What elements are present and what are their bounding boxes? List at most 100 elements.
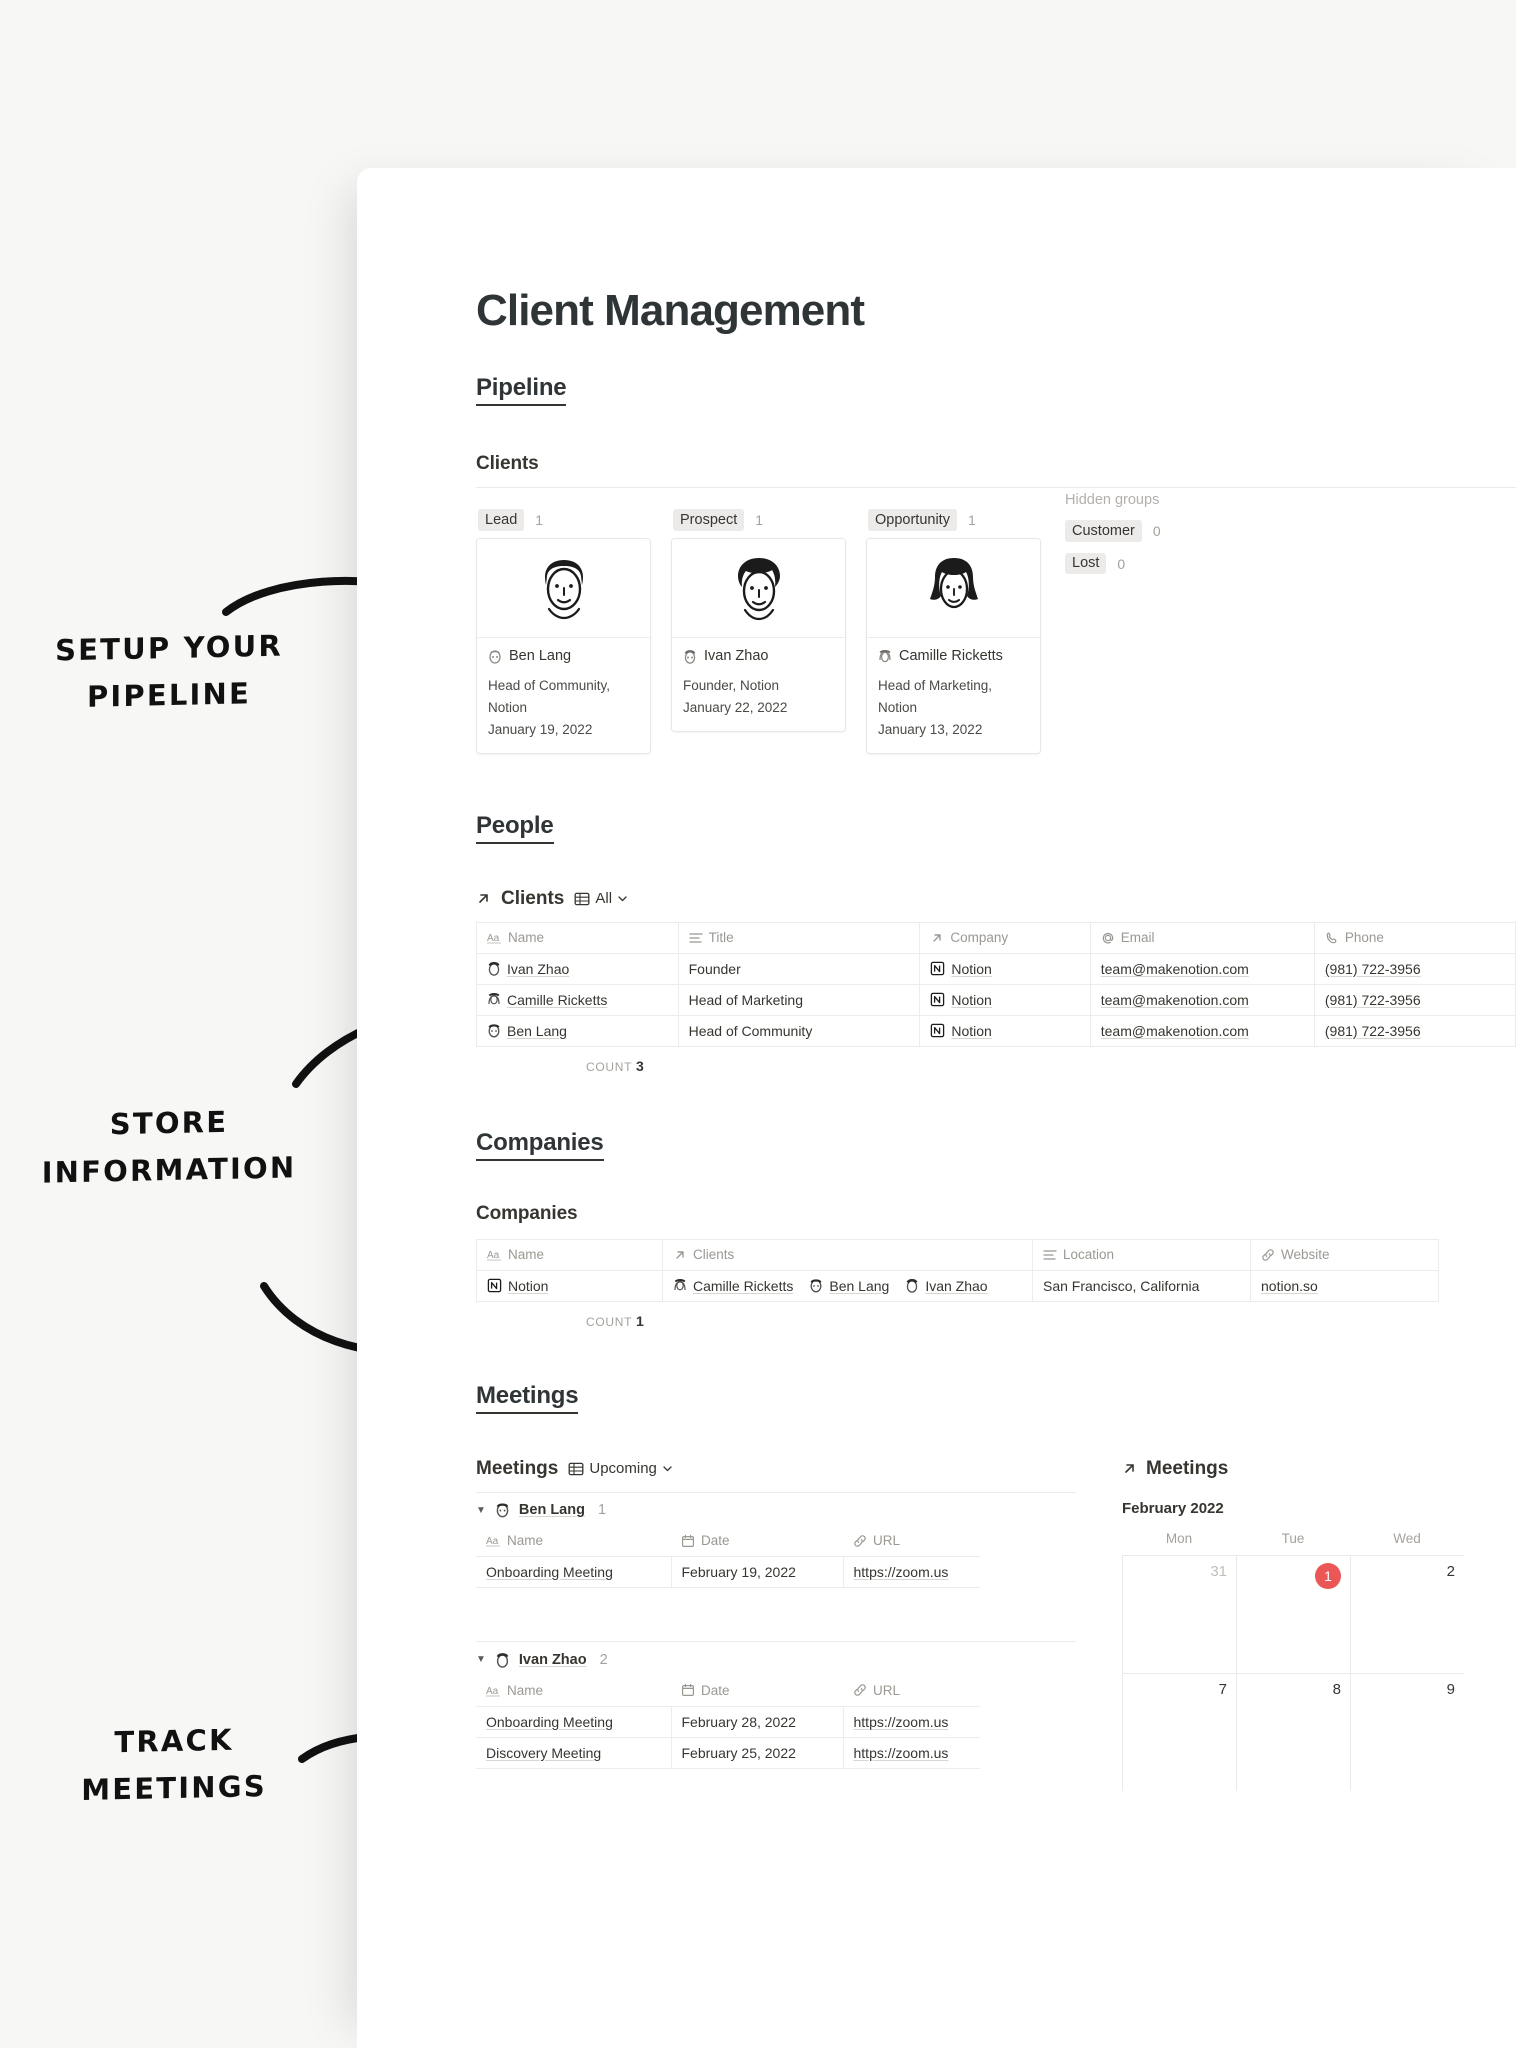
table-row[interactable]: Onboarding Meeting February 28, 2022 htt… xyxy=(476,1705,980,1738)
calendar-database-title[interactable]: Meetings xyxy=(1146,1458,1228,1480)
meetings-database-header: Meetings Upcoming xyxy=(476,1458,1076,1480)
hidden-group-lost[interactable]: Lost 0 xyxy=(1065,552,1161,575)
cell-email[interactable]: team@makenotion.com xyxy=(1090,952,1315,985)
cell-meeting-name[interactable]: Onboarding Meeting xyxy=(476,1556,672,1589)
section-heading-pipeline[interactable]: Pipeline xyxy=(476,374,567,406)
meetings-group-header[interactable]: ▼ Ivan Zhao 2 xyxy=(476,1641,1076,1675)
column-header-name[interactable]: Aa Name xyxy=(476,1238,663,1271)
meetings-group-header[interactable]: ▼ Ben Lang 1 xyxy=(476,1491,1076,1526)
column-header-location[interactable]: Location xyxy=(1032,1238,1251,1271)
cell-meeting-date[interactable]: February 19, 2022 xyxy=(671,1556,844,1589)
cell-name[interactable]: Ivan Zhao xyxy=(476,952,679,985)
cell-meeting-url[interactable]: https://zoom.us xyxy=(843,1705,980,1738)
column-header-title[interactable]: Title xyxy=(678,921,921,954)
open-database-arrow-icon[interactable] xyxy=(476,891,491,906)
calendar-day-cell[interactable]: 7 xyxy=(1122,1672,1236,1791)
cell-email[interactable]: team@makenotion.com xyxy=(1090,983,1315,1016)
cell-name[interactable]: Notion xyxy=(476,1269,663,1302)
calendar-day-cell[interactable]: 1 xyxy=(1236,1554,1350,1673)
hidden-group-customer[interactable]: Customer 0 xyxy=(1065,520,1161,542)
column-header-clients[interactable]: Clients xyxy=(662,1238,1033,1271)
cell-website[interactable]: notion.so xyxy=(1250,1269,1439,1302)
column-header-label: Website xyxy=(1281,1247,1330,1263)
cell-meeting-url[interactable]: https://zoom.us xyxy=(843,1736,980,1769)
cell-email[interactable]: team@makenotion.com xyxy=(1090,1014,1315,1047)
meetings-database-title[interactable]: Meetings xyxy=(476,1458,558,1480)
collapse-triangle-icon[interactable]: ▼ xyxy=(476,1505,486,1516)
board-column-header[interactable]: Lead 1 xyxy=(476,502,651,538)
table-row[interactable]: Ivan Zhao Founder Notion team@makenotion… xyxy=(476,952,1516,985)
column-header-date[interactable]: Date xyxy=(671,1525,843,1558)
cell-location[interactable]: San Francisco, California xyxy=(1032,1269,1251,1302)
board-card[interactable]: Camille Ricketts Head of Marketing, Noti… xyxy=(866,538,1041,754)
relation-chip[interactable]: Ivan Zhao xyxy=(905,1278,988,1294)
hidden-groups-label: Hidden groups xyxy=(1065,492,1160,508)
cell-meeting-date[interactable]: February 25, 2022 xyxy=(671,1736,844,1769)
column-header-website[interactable]: Website xyxy=(1250,1238,1439,1271)
board-card[interactable]: Ivan Zhao Founder, Notion January 22, 20… xyxy=(671,538,846,732)
people-view-selector[interactable]: All xyxy=(574,890,628,907)
board-column-header[interactable]: Prospect 1 xyxy=(671,502,846,538)
table-row[interactable]: Notion Camille Ricketts Ben Lang Ivan Zh… xyxy=(476,1269,1439,1302)
calendar-day-number: 8 xyxy=(1332,1680,1341,1698)
section-heading-meetings[interactable]: Meetings xyxy=(476,1382,579,1414)
column-header-url[interactable]: URL xyxy=(843,1525,980,1558)
table-row[interactable]: Onboarding Meeting February 19, 2022 htt… xyxy=(476,1556,980,1589)
board-column-header[interactable]: Opportunity 1 xyxy=(866,502,1041,538)
open-database-arrow-icon[interactable] xyxy=(1122,1461,1137,1476)
relation-arrow-icon xyxy=(676,1250,684,1259)
cell-meeting-name[interactable]: Discovery Meeting xyxy=(476,1736,672,1769)
column-header-company[interactable]: Company xyxy=(919,921,1091,954)
column-header-url[interactable]: URL xyxy=(843,1675,980,1707)
section-heading-companies[interactable]: Companies xyxy=(476,1129,604,1161)
relation-chip[interactable]: Camille Ricketts xyxy=(673,1278,793,1294)
collapse-triangle-icon[interactable]: ▼ xyxy=(476,1654,486,1665)
column-header-label: Email xyxy=(1120,930,1155,946)
column-header-name[interactable]: Aa Name xyxy=(476,1675,671,1707)
column-header-date[interactable]: Date xyxy=(671,1675,843,1707)
column-header-phone[interactable]: Phone xyxy=(1314,921,1516,954)
cell-meeting-url[interactable]: https://zoom.us xyxy=(843,1556,980,1589)
cell-name[interactable]: Camille Ricketts xyxy=(476,983,679,1016)
cell-phone[interactable]: (981) 722-3956 xyxy=(1314,952,1516,985)
companies-database-title[interactable]: Companies xyxy=(476,1203,1516,1225)
cell-phone[interactable]: (981) 722-3956 xyxy=(1314,1014,1516,1047)
calendar-day-cell[interactable]: 2 xyxy=(1350,1554,1464,1673)
cell-title[interactable]: Head of Community xyxy=(678,1014,921,1047)
page-title: Client Management xyxy=(476,286,865,335)
svg-text:Aa: Aa xyxy=(487,933,500,944)
cell-name[interactable]: Ben Lang xyxy=(476,1014,679,1047)
people-view-label: All xyxy=(595,890,613,908)
cell-company[interactable]: Notion xyxy=(919,983,1091,1016)
title-aa-icon: Aa xyxy=(486,1536,500,1547)
cell-title[interactable]: Head of Marketing xyxy=(678,983,921,1016)
column-header-email[interactable]: Email xyxy=(1090,921,1315,954)
calendar-day-cell[interactable]: 8 xyxy=(1236,1672,1350,1791)
calendar-day-cell[interactable]: 9 xyxy=(1350,1672,1464,1791)
column-header-name[interactable]: Aa Name xyxy=(476,1525,671,1558)
column-header-name[interactable]: Aa Name xyxy=(476,921,679,954)
annotation-setup-your-pipeline: SETUP YOUR PIPELINE xyxy=(55,628,283,714)
person-avatar-icon xyxy=(878,649,892,664)
cell-company[interactable]: Notion xyxy=(919,1014,1091,1047)
board-column-opportunity: Opportunity 1 Camille Ricketts Head of M… xyxy=(866,502,1041,754)
cell-clients[interactable]: Camille Ricketts Ben Lang Ivan Zhao xyxy=(662,1269,1033,1302)
calendar-grid: Mon Tue Wed 31 1 2 7 8 9 xyxy=(1122,1531,1464,1791)
title-aa-icon: Aa xyxy=(487,933,501,944)
calendar-day-cell[interactable]: 31 xyxy=(1122,1554,1236,1673)
cell-title[interactable]: Founder xyxy=(678,952,921,985)
board-database-title[interactable]: Clients xyxy=(476,453,1516,475)
cell-meeting-date[interactable]: February 28, 2022 xyxy=(671,1705,844,1738)
table-row[interactable]: Camille Ricketts Head of Marketing Notio… xyxy=(476,983,1516,1016)
cell-company[interactable]: Notion xyxy=(919,952,1091,985)
people-database-title[interactable]: Clients xyxy=(501,888,564,910)
table-row[interactable]: Discovery Meeting February 25, 2022 http… xyxy=(476,1736,980,1769)
card-role: Head of Community, Notion xyxy=(488,678,611,715)
table-row[interactable]: Ben Lang Head of Community Notion team@m… xyxy=(476,1014,1516,1047)
cell-meeting-name[interactable]: Onboarding Meeting xyxy=(476,1705,672,1738)
section-heading-people[interactable]: People xyxy=(476,812,554,844)
board-card[interactable]: Ben Lang Head of Community, Notion Janua… xyxy=(476,538,651,754)
relation-chip[interactable]: Ben Lang xyxy=(809,1278,889,1294)
meetings-view-selector[interactable]: Upcoming xyxy=(568,1460,673,1477)
cell-phone[interactable]: (981) 722-3956 xyxy=(1314,983,1516,1016)
